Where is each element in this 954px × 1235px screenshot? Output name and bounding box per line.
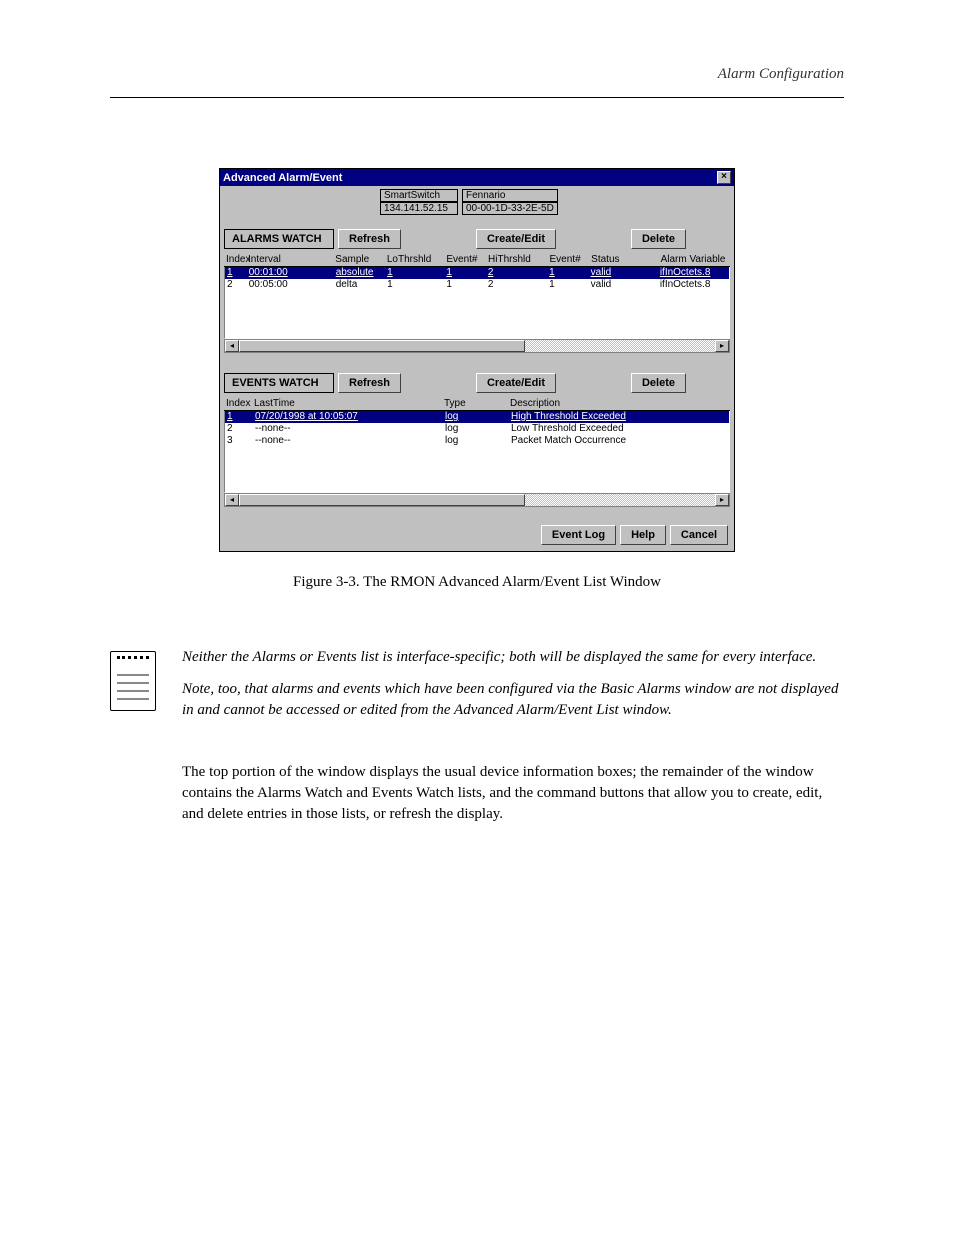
col-type: Type [444,398,510,409]
table-row[interactable]: 3 --none-- log Packet Match Occurrence [225,435,729,447]
cell-event2: 1 [549,267,591,279]
help-button[interactable]: Help [620,525,666,545]
cell-index: 2 [225,279,249,291]
device-info: SmartSwitch 134.141.52.15 Fennario 00-00… [220,186,734,219]
col-hithrshld: HiThrshld [488,254,549,265]
cell-index: 1 [225,267,249,279]
col-status: Status [591,254,660,265]
col-lothrshld: LoThrshld [387,254,447,265]
cell-interval: 00:05:00 [249,279,336,291]
scroll-left-icon[interactable]: ◂ [225,494,239,506]
events-watch-label: EVENTS WATCH [224,373,334,393]
cell-index: 1 [225,411,255,423]
header-right: Alarm Configuration [718,66,844,83]
scroll-right-icon[interactable]: ▸ [715,494,729,506]
cell-event1: 1 [446,279,488,291]
cell-sample: absolute [336,267,387,279]
col-index: Index [224,254,248,265]
col-event1: Event# [446,254,488,265]
cell-sample: delta [336,279,387,291]
alarms-h-scrollbar[interactable]: ◂ ▸ [224,339,730,353]
alarms-section-bar: ALARMS WATCH Refresh Create/Edit Delete [220,229,734,249]
events-section-bar: EVENTS WATCH Refresh Create/Edit Delete [220,373,734,393]
col-index: Index [224,398,254,409]
note-paragraph: Note, too, that alarms and events which … [182,679,844,720]
note-icon [110,651,156,711]
cell-variable: ifInOctets.8 [660,279,729,291]
scroll-thumb[interactable] [239,494,525,506]
cancel-button[interactable]: Cancel [670,525,728,545]
cell-lothrshld: 1 [387,279,446,291]
alarms-create-edit-button[interactable]: Create/Edit [476,229,556,249]
cell-index: 2 [225,423,255,435]
alarms-list[interactable]: 1 00:01:00 absolute 1 1 2 1 valid ifInOc… [224,267,730,339]
figure-caption: Figure 3-3. The RMON Advanced Alarm/Even… [110,574,844,591]
table-row[interactable]: 1 00:01:00 absolute 1 1 2 1 valid ifInOc… [225,267,729,279]
alarms-delete-button[interactable]: Delete [631,229,686,249]
cell-type: log [445,411,511,423]
cell-index: 3 [225,435,255,447]
cell-description: Low Threshold Exceeded [511,423,711,435]
alarm-event-window: Advanced Alarm/Event × SmartSwitch 134.1… [219,168,735,552]
bottom-buttons: Event Log Help Cancel [220,507,734,551]
device-mac: 00-00-1D-33-2E-5D [462,202,558,215]
cell-hithrshld: 2 [488,267,549,279]
col-interval: Interval [248,254,335,265]
cell-interval: 00:01:00 [249,267,336,279]
cell-lasttime: --none-- [255,423,445,435]
cell-lasttime: --none-- [255,435,445,447]
cell-type: log [445,423,511,435]
close-icon[interactable]: × [717,171,731,184]
body-paragraph: The top portion of the window displays t… [110,762,844,825]
scroll-left-icon[interactable]: ◂ [225,340,239,352]
alarms-watch-label: ALARMS WATCH [224,229,334,249]
device-ip: 134.141.52.15 [380,202,458,215]
alarms-column-headers: Index Interval Sample LoThrshld Event# H… [224,253,730,267]
cell-lothrshld: 1 [387,267,446,279]
page-header: Alarm Configuration [110,60,844,98]
cell-lasttime: 07/20/1998 at 10:05:07 [255,411,445,423]
window-title: Advanced Alarm/Event [223,172,342,184]
cell-description: Packet Match Occurrence [511,435,711,447]
scroll-right-icon[interactable]: ▸ [715,340,729,352]
events-delete-button[interactable]: Delete [631,373,686,393]
cell-event1: 1 [446,267,488,279]
events-refresh-button[interactable]: Refresh [338,373,401,393]
location-name: Fennario [462,189,558,202]
events-column-headers: Index LastTime Type Description [224,397,730,411]
col-alarm-variable: Alarm Variable [661,254,730,265]
events-list[interactable]: 1 07/20/1998 at 10:05:07 log High Thresh… [224,411,730,493]
cell-event2: 1 [549,279,591,291]
cell-type: log [445,435,511,447]
col-description: Description [510,398,710,409]
cell-variable: ifInOctets.8 [660,267,729,279]
cell-status: valid [591,267,660,279]
cell-status: valid [591,279,660,291]
table-row[interactable]: 1 07/20/1998 at 10:05:07 log High Thresh… [225,411,729,423]
title-bar: Advanced Alarm/Event × [220,169,734,186]
col-lasttime: LastTime [254,398,444,409]
table-row[interactable]: 2 --none-- log Low Threshold Exceeded [225,423,729,435]
alarms-refresh-button[interactable]: Refresh [338,229,401,249]
note-paragraph: Neither the Alarms or Events list is int… [182,647,844,667]
events-create-edit-button[interactable]: Create/Edit [476,373,556,393]
table-row[interactable]: 2 00:05:00 delta 1 1 2 1 valid ifInOctet… [225,279,729,291]
cell-description: High Threshold Exceeded [511,411,711,423]
cell-hithrshld: 2 [488,279,549,291]
event-log-button[interactable]: Event Log [541,525,616,545]
events-h-scrollbar[interactable]: ◂ ▸ [224,493,730,507]
col-event2: Event# [550,254,592,265]
note-block: Neither the Alarms or Events list is int… [110,647,844,732]
col-sample: Sample [335,254,387,265]
scroll-thumb[interactable] [239,340,525,352]
device-name: SmartSwitch [380,189,458,202]
